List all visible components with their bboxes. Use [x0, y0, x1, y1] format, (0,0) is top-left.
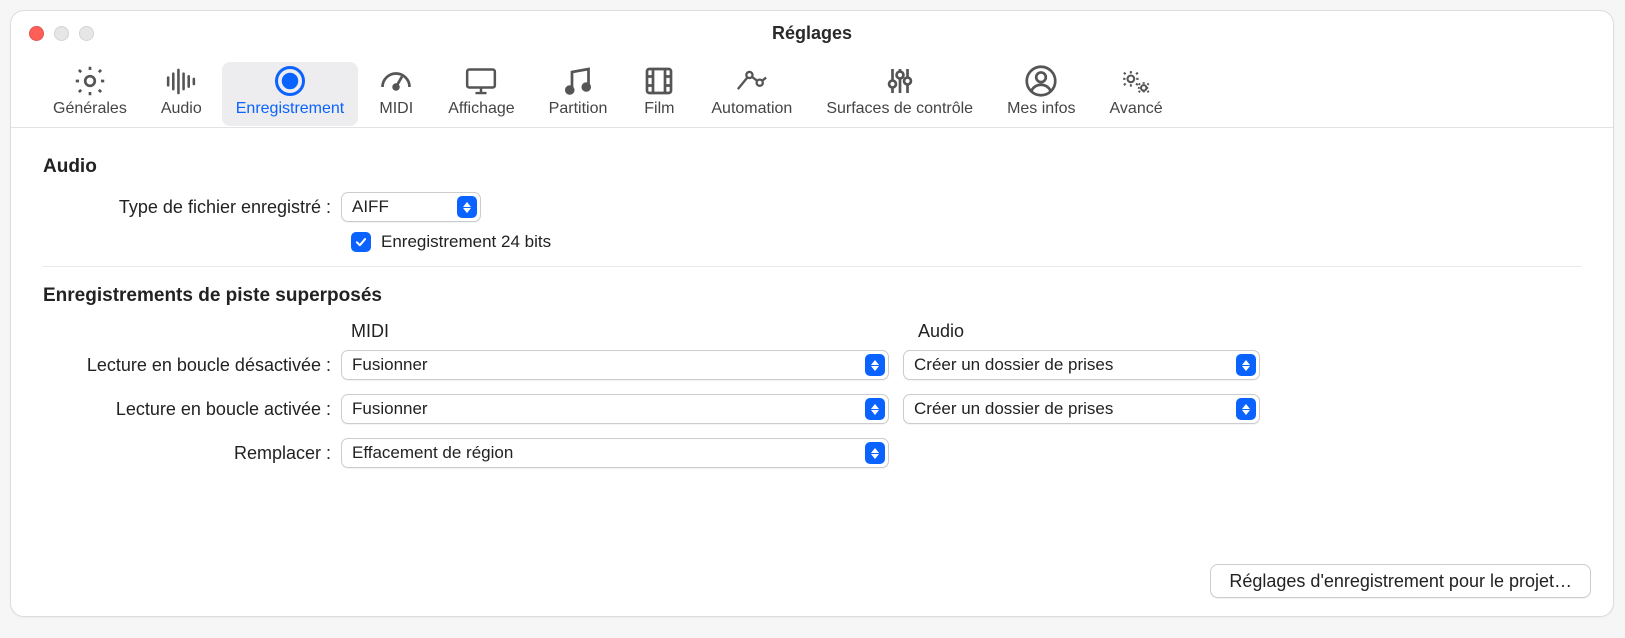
tab-audio[interactable]: Audio: [147, 62, 216, 126]
col-header-audio: Audio: [918, 321, 964, 342]
cycle-on-audio-select[interactable]: Créer un dossier de prises: [903, 394, 1260, 424]
waveform-icon: [163, 66, 199, 96]
film-icon: [641, 66, 677, 96]
row-file-type: Type de fichier enregistré : AIFF: [43, 192, 1581, 222]
tab-mesinfos[interactable]: Mes infos: [993, 62, 1089, 126]
tab-midi[interactable]: MIDI: [364, 62, 428, 126]
gauge-icon: [378, 66, 414, 96]
gears-icon: [1118, 66, 1154, 96]
tab-label: Audio: [161, 100, 202, 118]
cycle-on-label: Lecture en boucle activée :: [43, 399, 341, 420]
minimize-icon[interactable]: [54, 26, 69, 41]
row-cycle-on: Lecture en boucle activée : Fusionner Cr…: [43, 394, 1581, 424]
tab-avance[interactable]: Avancé: [1096, 62, 1177, 126]
cycle-off-audio-select[interactable]: Créer un dossier de prises: [903, 350, 1260, 380]
gear-icon: [72, 66, 108, 96]
column-headers: MIDI Audio: [351, 321, 1581, 342]
tab-label: Enregistrement: [236, 100, 345, 118]
tab-label: Mes infos: [1007, 100, 1075, 118]
row-cycle-off: Lecture en boucle désactivée : Fusionner…: [43, 350, 1581, 380]
window-title: Réglages: [11, 23, 1613, 44]
tab-label: Surfaces de contrôle: [826, 100, 973, 118]
file-type-label: Type de fichier enregistré :: [43, 197, 341, 218]
automation-icon: [734, 66, 770, 96]
section-title-audio: Audio: [43, 156, 1581, 178]
stepper-arrows-icon: [865, 442, 885, 464]
tab-partition[interactable]: Partition: [535, 62, 622, 126]
stepper-arrows-icon: [865, 398, 885, 420]
tab-film[interactable]: Film: [627, 62, 691, 126]
user-circle-icon: [1023, 66, 1059, 96]
section-divider: [43, 266, 1581, 267]
cycle-off-midi-value: Fusionner: [352, 355, 428, 375]
tab-label: Automation: [711, 100, 792, 118]
rec24-checkbox[interactable]: [351, 232, 371, 252]
settings-window: Réglages Générales Audio Enregistrement …: [10, 10, 1614, 617]
cycle-on-audio-value: Créer un dossier de prises: [914, 399, 1113, 419]
tab-generales[interactable]: Générales: [39, 62, 141, 126]
rec24-label: Enregistrement 24 bits: [381, 232, 551, 252]
stepper-arrows-icon: [1236, 398, 1256, 420]
stepper-arrows-icon: [457, 196, 477, 218]
row-replace: Remplacer : Effacement de région: [43, 438, 1581, 468]
cycle-on-midi-select[interactable]: Fusionner: [341, 394, 889, 424]
replace-label: Remplacer :: [43, 443, 341, 464]
tab-label: Film: [644, 100, 674, 118]
tab-label: Avancé: [1110, 100, 1163, 118]
replace-midi-value: Effacement de région: [352, 443, 513, 463]
file-type-value: AIFF: [352, 197, 389, 217]
stepper-arrows-icon: [865, 354, 885, 376]
tab-label: Générales: [53, 100, 127, 118]
tab-label: Partition: [549, 100, 608, 118]
cycle-off-audio-value: Créer un dossier de prises: [914, 355, 1113, 375]
music-notes-icon: [560, 66, 596, 96]
tab-enregistrement[interactable]: Enregistrement: [222, 62, 359, 126]
tab-surfaces[interactable]: Surfaces de contrôle: [812, 62, 987, 126]
section-title-overlap: Enregistrements de piste superposés: [43, 285, 1581, 307]
record-icon: [272, 66, 308, 96]
stepper-arrows-icon: [1236, 354, 1256, 376]
project-record-settings-label: Réglages d'enregistrement pour le projet…: [1229, 571, 1572, 592]
titlebar: Réglages: [11, 11, 1613, 56]
display-icon: [463, 66, 499, 96]
close-icon[interactable]: [29, 26, 44, 41]
content: Audio Type de fichier enregistré : AIFF …: [11, 128, 1613, 504]
row-24bit: Enregistrement 24 bits: [351, 232, 1581, 252]
zoom-icon[interactable]: [79, 26, 94, 41]
cycle-off-midi-select[interactable]: Fusionner: [341, 350, 889, 380]
tab-automation[interactable]: Automation: [697, 62, 806, 126]
col-header-midi: MIDI: [351, 321, 918, 342]
file-type-select[interactable]: AIFF: [341, 192, 481, 222]
replace-midi-select[interactable]: Effacement de région: [341, 438, 889, 468]
tab-label: MIDI: [379, 100, 413, 118]
toolbar: Générales Audio Enregistrement MIDI Affi…: [11, 56, 1613, 126]
cycle-on-midi-value: Fusionner: [352, 399, 428, 419]
footer: Réglages d'enregistrement pour le projet…: [1210, 564, 1591, 598]
tab-affichage[interactable]: Affichage: [434, 62, 528, 126]
cycle-off-label: Lecture en boucle désactivée :: [43, 355, 341, 376]
tab-label: Affichage: [448, 100, 514, 118]
sliders-icon: [882, 66, 918, 96]
project-record-settings-button[interactable]: Réglages d'enregistrement pour le projet…: [1210, 564, 1591, 598]
window-controls: [11, 26, 94, 41]
